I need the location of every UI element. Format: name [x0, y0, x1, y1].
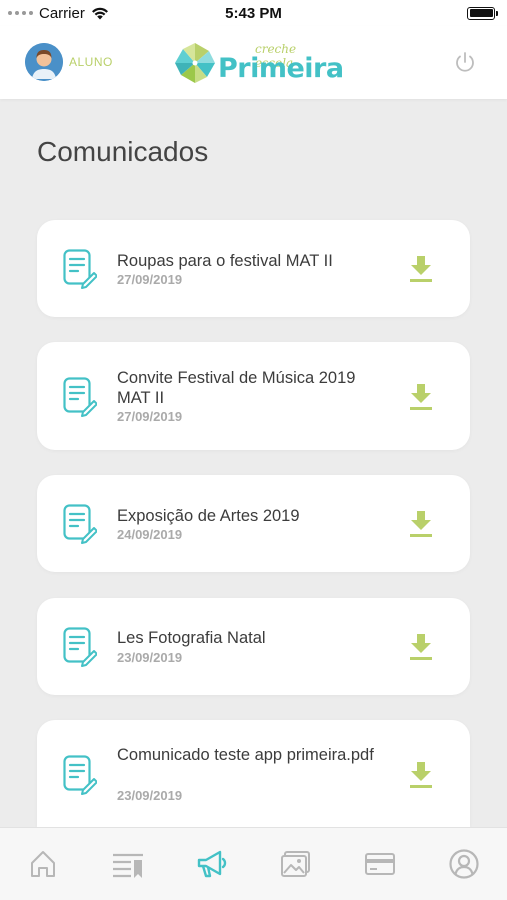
comunicado-title: Exposição de Artes 2019	[117, 507, 300, 525]
comunicado-card[interactable]: Exposição de Artes 2019 24/09/2019	[37, 475, 470, 572]
comunicado-title: Les Fotografia Natal	[117, 629, 266, 647]
nav-profile[interactable]	[446, 848, 482, 880]
card-icon	[365, 853, 395, 875]
comunicado-card[interactable]: Convite Festival de Música 2019 MAT II 2…	[37, 342, 470, 450]
home-icon	[31, 851, 55, 877]
comunicado-title: Convite Festival de Música 2019 MAT II	[117, 369, 356, 407]
comunicado-date: 23/09/2019	[117, 788, 183, 803]
profile-icon	[449, 849, 479, 879]
document-edit-icon	[63, 249, 97, 289]
megaphone-icon	[197, 850, 227, 878]
nav-home[interactable]	[25, 848, 61, 880]
download-icon[interactable]	[407, 254, 435, 284]
download-icon[interactable]	[407, 632, 435, 662]
comunicados-list: Roupas para o festival MAT II 27/09/2019…	[37, 0, 470, 900]
comunicado-card[interactable]: Les Fotografia Natal 23/09/2019	[37, 598, 470, 695]
comunicado-date: 23/09/2019	[117, 650, 183, 665]
comunicado-card[interactable]: Roupas para o festival MAT II 27/09/2019	[37, 220, 470, 317]
comunicado-card[interactable]: Comunicado teste app primeira.pdf 23/09/…	[37, 720, 470, 827]
bottom-nav	[0, 827, 507, 900]
comunicado-date: 27/09/2019	[117, 409, 183, 424]
comunicado-title: Roupas para o festival MAT II	[117, 252, 333, 270]
download-icon[interactable]	[407, 509, 435, 539]
gallery-icon	[281, 851, 310, 877]
document-edit-icon	[63, 755, 97, 795]
document-edit-icon	[63, 377, 97, 417]
nav-agenda[interactable]	[110, 848, 146, 880]
comunicado-date: 24/09/2019	[117, 527, 183, 542]
download-icon[interactable]	[407, 382, 435, 412]
document-edit-icon	[63, 627, 97, 667]
agenda-icon	[113, 853, 143, 878]
document-edit-icon	[63, 504, 97, 544]
nav-comunicados[interactable]	[194, 848, 230, 880]
download-icon[interactable]	[407, 760, 435, 790]
battery-icon	[467, 6, 498, 20]
comunicado-title: Comunicado teste app primeira.pdf	[117, 746, 374, 764]
nav-payments[interactable]	[362, 848, 398, 880]
signal-icon	[8, 11, 33, 15]
nav-gallery[interactable]	[278, 848, 314, 880]
comunicado-date: 27/09/2019	[117, 272, 183, 287]
